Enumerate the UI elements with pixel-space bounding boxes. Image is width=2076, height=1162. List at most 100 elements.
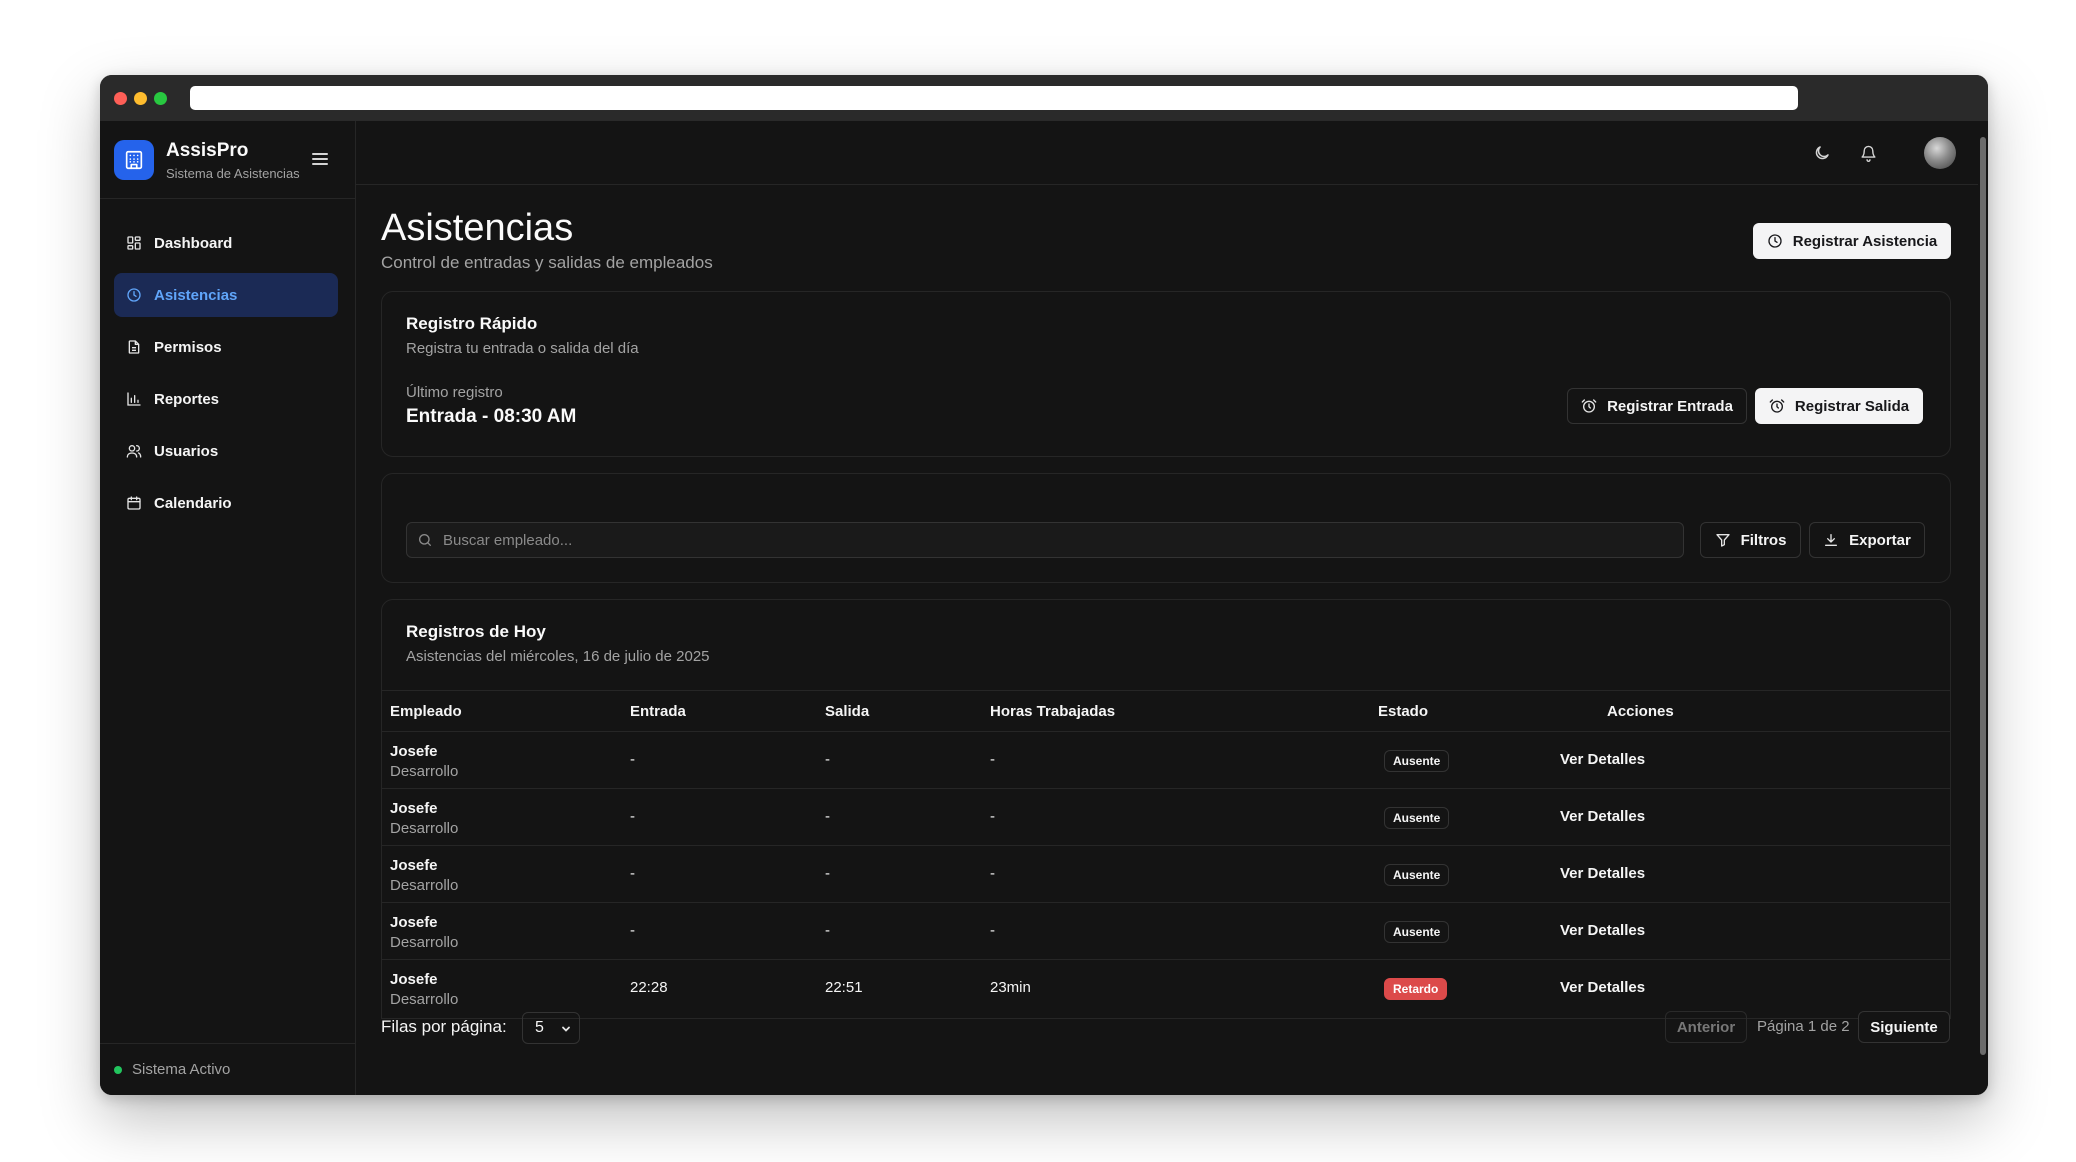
employee-name: Josefe <box>390 800 438 817</box>
register-attendance-button[interactable]: Registrar Asistencia <box>1753 223 1951 259</box>
page-info: Página 1 de 2 <box>1757 1018 1850 1035</box>
browser-window: AssisPro Sistema de Asistencias Dashboar… <box>100 75 1988 1095</box>
filters-label: Filtros <box>1740 531 1787 549</box>
employee-name: Josefe <box>390 857 438 874</box>
alarm-clock-icon <box>1769 399 1785 413</box>
search-placeholder: Buscar empleado... <box>443 531 573 549</box>
register-exit-button[interactable]: Registrar Salida <box>1755 388 1923 424</box>
calendar-icon <box>127 496 141 510</box>
quick-register-title: Registro Rápido <box>406 314 538 333</box>
status-dot-icon <box>114 1065 122 1074</box>
quick-register-card: Registro Rápido Registra tu entrada o sa… <box>381 291 1951 457</box>
sidebar-item-calendario[interactable]: Calendario <box>114 481 338 525</box>
avatar[interactable] <box>1924 137 1956 169</box>
sidebar: AssisPro Sistema de Asistencias Dashboar… <box>100 121 356 1095</box>
records-card: Registros de Hoy Asistencias del miércol… <box>381 599 1951 1019</box>
app-name: AssisPro <box>166 140 249 161</box>
employee-department: Desarrollo <box>390 991 459 1008</box>
sidebar-item-label: Asistencias <box>154 286 238 304</box>
view-details-button[interactable]: Ver Detalles <box>1560 751 1645 768</box>
chevron-down-icon <box>562 1026 570 1032</box>
sidebar-item-reportes[interactable]: Reportes <box>114 377 338 421</box>
employee-name: Josefe <box>390 971 438 988</box>
brand: AssisPro Sistema de Asistencias <box>100 121 356 199</box>
exit-time: 22:51 <box>825 979 863 996</box>
column-header: Empleado <box>390 703 462 720</box>
rows-per-page-select[interactable]: 5 <box>522 1012 580 1044</box>
minimize-window-button[interactable] <box>134 92 147 105</box>
maximize-window-button[interactable] <box>154 92 167 105</box>
sidebar-item-label: Reportes <box>154 390 220 408</box>
search-icon <box>419 534 431 546</box>
address-bar[interactable] <box>190 86 1798 110</box>
sidebar-nav: Dashboard Asistencias Permisos Reportes <box>114 221 338 533</box>
sidebar-item-label: Usuarios <box>154 442 219 460</box>
rows-per-page-value: 5 <box>535 1019 544 1036</box>
topbar <box>356 121 1988 185</box>
sidebar-item-permisos[interactable]: Permisos <box>114 325 338 369</box>
system-status: Sistema Activo <box>100 1043 356 1095</box>
view-details-button[interactable]: Ver Detalles <box>1560 808 1645 825</box>
export-label: Exportar <box>1849 531 1911 549</box>
building-icon <box>114 140 154 180</box>
table-row: Josefe Desarrollo - - - Ausente Ver Deta… <box>382 732 1950 789</box>
hours-worked: 23min <box>990 979 1031 996</box>
page-title: Asistencias <box>381 207 574 249</box>
view-details-button[interactable]: Ver Detalles <box>1560 865 1645 882</box>
filter-icon <box>1715 534 1730 547</box>
close-window-button[interactable] <box>114 92 127 105</box>
exit-time: - <box>825 808 830 825</box>
bar-chart-icon <box>127 392 141 406</box>
sidebar-item-usuarios[interactable]: Usuarios <box>114 429 338 473</box>
next-page-button[interactable]: Siguiente <box>1858 1011 1950 1043</box>
entry-time: 22:28 <box>630 979 668 996</box>
table-header: Empleado Entrada Salida Horas Trabajadas… <box>382 690 1950 732</box>
column-header: Horas Trabajadas <box>990 703 1116 720</box>
document-icon <box>128 340 140 354</box>
system-status-label: Sistema Activo <box>132 1061 231 1078</box>
status-badge: Ausente <box>1384 921 1450 943</box>
filters-button[interactable]: Filtros <box>1700 522 1801 558</box>
previous-page-button[interactable]: Anterior <box>1665 1011 1747 1043</box>
dashboard-icon <box>127 236 141 250</box>
view-details-button[interactable]: Ver Detalles <box>1560 979 1645 996</box>
clock-icon <box>1768 234 1782 248</box>
status-badge: Ausente <box>1384 864 1450 886</box>
sidebar-item-label: Dashboard <box>154 234 233 252</box>
status-badge: Retardo <box>1384 978 1448 1000</box>
table-row: Josefe Desarrollo - - - Ausente Ver Deta… <box>382 903 1950 960</box>
moon-icon[interactable] <box>1810 141 1834 165</box>
scrollbar[interactable] <box>1978 121 1988 1095</box>
scrollbar-thumb[interactable] <box>1980 137 1986 1055</box>
clock-icon <box>127 288 141 302</box>
column-header: Salida <box>825 703 870 720</box>
employee-department: Desarrollo <box>390 820 459 837</box>
bell-icon[interactable] <box>1856 141 1880 165</box>
last-record-label: Último registro <box>406 384 503 401</box>
search-input[interactable]: Buscar empleado... <box>406 522 1684 558</box>
employee-department: Desarrollo <box>390 763 459 780</box>
employee-name: Josefe <box>390 743 438 760</box>
download-icon <box>1825 534 1838 546</box>
sidebar-item-asistencias[interactable]: Asistencias <box>114 273 338 317</box>
column-header: Acciones <box>1607 703 1674 720</box>
app-subtitle: Sistema de Asistencias <box>166 166 300 181</box>
alarm-clock-icon <box>1581 399 1597 413</box>
view-details-button[interactable]: Ver Detalles <box>1560 922 1645 939</box>
hours-worked: - <box>990 865 995 882</box>
menu-toggle-button[interactable] <box>312 153 328 167</box>
employee-department: Desarrollo <box>390 877 459 894</box>
employee-department: Desarrollo <box>390 934 459 951</box>
entry-time: - <box>630 922 635 939</box>
rows-per-page-label: Filas por página: <box>381 1017 507 1036</box>
register-entry-button[interactable]: Registrar Entrada <box>1567 388 1747 424</box>
hours-worked: - <box>990 751 995 768</box>
hours-worked: - <box>990 922 995 939</box>
exit-time: - <box>825 751 830 768</box>
sidebar-item-dashboard[interactable]: Dashboard <box>114 221 338 265</box>
users-icon <box>126 445 142 458</box>
export-button[interactable]: Exportar <box>1809 522 1925 558</box>
pagination: Filas por página: 5 Anterior Página 1 de… <box>381 1011 1951 1045</box>
exit-time: - <box>825 922 830 939</box>
status-badge: Ausente <box>1384 807 1450 829</box>
